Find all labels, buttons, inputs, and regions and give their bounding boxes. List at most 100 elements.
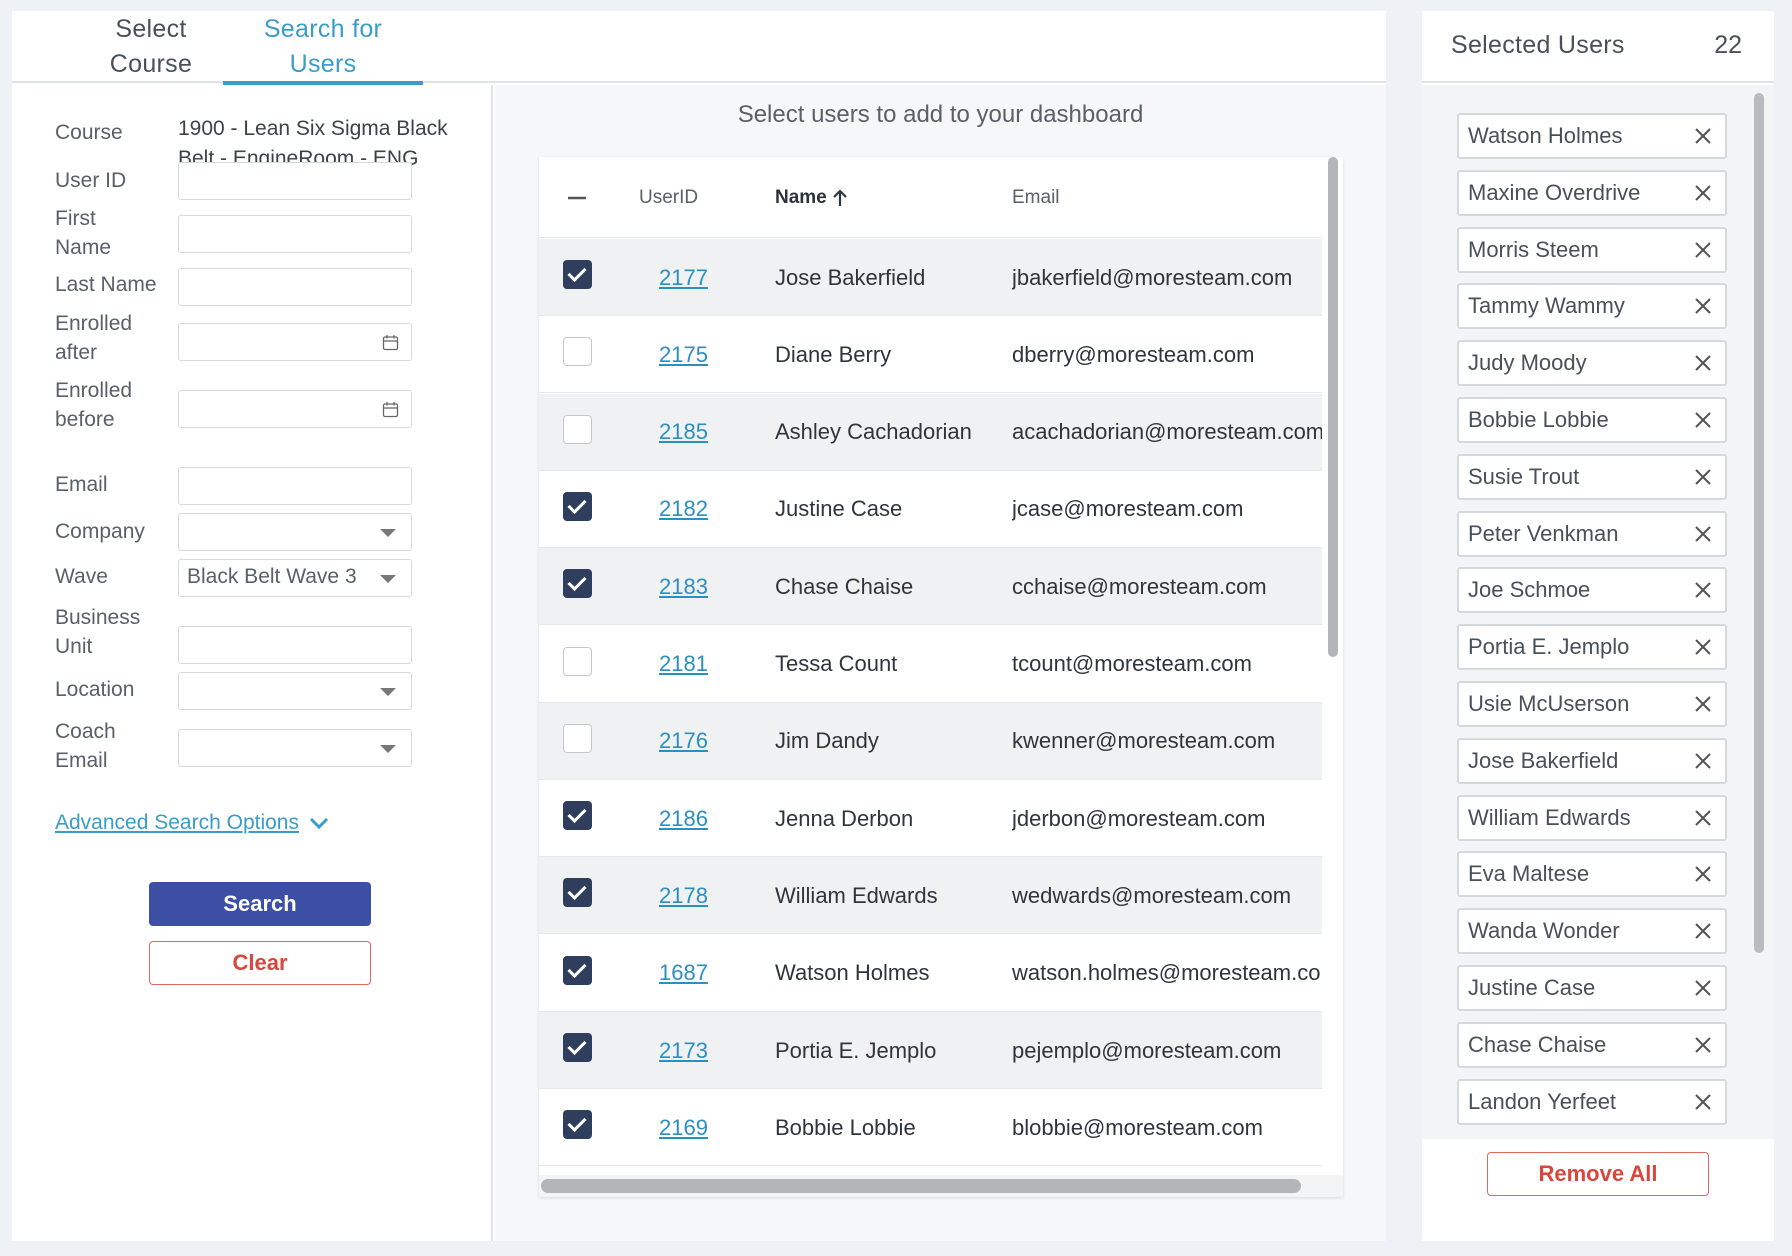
table-row[interactable]: 2175 Diane Berry dberry@moresteam.com — [539, 316, 1322, 394]
selected-user-chip: Joe Schmoe — [1457, 567, 1727, 614]
close-icon[interactable] — [1693, 921, 1713, 941]
company-select[interactable] — [178, 513, 412, 551]
user-id-link[interactable]: 2178 — [659, 857, 759, 934]
selected-list-scrollbar[interactable] — [1754, 93, 1764, 953]
table-row[interactable]: 2176 Jim Dandy kwenner@moresteam.com — [539, 702, 1322, 780]
main-panel: Select Course Search for Users Course 19… — [12, 11, 1386, 1241]
close-icon[interactable] — [1693, 580, 1713, 600]
calendar-icon[interactable] — [382, 334, 399, 351]
location-select[interactable] — [178, 672, 412, 710]
table-row[interactable]: 2183 Chase Chaise cchaise@moresteam.com — [539, 548, 1322, 626]
table-row[interactable]: 1687 Watson Holmes watson.holmes@moresteam… — [539, 935, 1322, 1012]
selected-user-name: Susie Trout — [1468, 463, 1580, 489]
calendar-icon[interactable] — [382, 401, 399, 418]
row-checkbox[interactable] — [563, 491, 592, 521]
row-checkbox[interactable] — [563, 414, 592, 444]
close-icon[interactable] — [1693, 694, 1713, 714]
user-email-cell: watson.holmes@moresteam.co... — [1012, 960, 1322, 986]
user-id-link[interactable]: 2181 — [659, 626, 759, 703]
horizontal-scrollbar-thumb[interactable] — [541, 1179, 1301, 1193]
user-id-link[interactable]: 2169 — [659, 1089, 759, 1166]
row-checkbox[interactable] — [563, 260, 592, 289]
selected-user-name: Morris Steem — [1468, 236, 1599, 262]
table-row[interactable]: 2177 Jose Bakerfield jbakerfield@moresteam… — [539, 239, 1322, 316]
column-header-name[interactable]: Name — [775, 157, 849, 238]
close-icon[interactable] — [1693, 183, 1713, 203]
table-row[interactable]: 2186 Jenna Derbon jderbon@moresteam.com — [539, 780, 1322, 858]
close-icon[interactable] — [1693, 524, 1713, 544]
close-icon[interactable] — [1693, 1092, 1713, 1112]
selected-user-name: Tammy Wammy — [1468, 293, 1625, 319]
user-id-link[interactable]: 2183 — [659, 548, 759, 625]
user-id-link[interactable]: 2182 — [659, 471, 759, 548]
column-header-email[interactable]: Email — [1012, 157, 1060, 238]
user-id-input[interactable] — [178, 162, 412, 200]
close-icon[interactable] — [1693, 808, 1713, 828]
vertical-scrollbar-thumb[interactable] — [1328, 157, 1338, 657]
row-checkbox[interactable] — [563, 646, 592, 676]
first-name-input[interactable] — [178, 215, 412, 253]
advanced-search-options-label: Advanced Search Options — [55, 811, 299, 834]
row-checkbox[interactable] — [563, 801, 592, 831]
table-row[interactable]: 2181 Tessa Count tcount@moresteam.com — [539, 626, 1322, 703]
column-header-userid[interactable]: UserID — [639, 157, 698, 238]
user-id-link[interactable]: 2175 — [659, 316, 759, 393]
users-table: UserID Name Email 2177 Jose Bakerfield jba… — [539, 157, 1343, 1197]
search-button[interactable]: Search — [149, 882, 371, 926]
selected-user-chip: Jose Bakerfield — [1457, 737, 1727, 784]
row-checkbox[interactable] — [563, 878, 592, 908]
table-row[interactable]: 2173 Portia E. Jemplo pejemplo@moresteam.c… — [539, 1012, 1322, 1089]
user-search-form: Course 1900 - Lean Six Sigma Black Belt … — [12, 85, 493, 1241]
email-input[interactable] — [178, 467, 412, 505]
close-icon[interactable] — [1693, 637, 1713, 657]
row-checkbox[interactable] — [563, 723, 592, 753]
selected-user-chip: Tammy Wammy — [1457, 283, 1727, 330]
row-checkbox[interactable] — [563, 337, 592, 367]
table-row[interactable]: 2169 Bobbie Lobbie blobbie@moresteam.com — [539, 1089, 1322, 1167]
results-title: Select users to add to your dashboard — [737, 101, 1144, 128]
table-row[interactable]: 2178 William Edwards wedwards@moresteam.co… — [539, 857, 1322, 935]
vertical-scrollbar[interactable] — [1322, 157, 1343, 1197]
enrolled-after-input[interactable] — [178, 323, 412, 361]
close-icon[interactable] — [1693, 240, 1713, 260]
close-icon[interactable] — [1693, 126, 1713, 146]
row-checkbox[interactable] — [563, 569, 592, 599]
tab-select-course[interactable]: Select Course — [82, 11, 220, 83]
selected-user-name: Watson Holmes — [1468, 123, 1623, 148]
dropdown-arrow-icon — [380, 688, 396, 696]
wave-select[interactable]: Black Belt Wave 3 — [178, 559, 412, 597]
selected-users-panel: Selected Users 22 Watson Holmes Maxine Ov… — [1422, 11, 1774, 1241]
close-icon[interactable] — [1693, 353, 1713, 373]
user-id-link[interactable]: 2185 — [659, 394, 759, 471]
horizontal-scrollbar[interactable] — [539, 1175, 1343, 1197]
close-icon[interactable] — [1693, 467, 1713, 487]
row-checkbox[interactable] — [563, 955, 592, 985]
close-icon[interactable] — [1693, 978, 1713, 998]
close-icon[interactable] — [1693, 751, 1713, 771]
user-id-link[interactable]: 2176 — [659, 703, 759, 780]
advanced-search-options-link[interactable]: Advanced Search Options — [55, 811, 329, 835]
row-checkbox[interactable] — [563, 1033, 592, 1062]
user-name-cell: Tessa Count — [775, 651, 898, 676]
row-checkbox[interactable] — [563, 1110, 592, 1140]
coach-email-select[interactable] — [178, 729, 412, 767]
table-row[interactable]: 2185 Ashley Cachadorian acachadorian@mores… — [539, 393, 1322, 471]
sort-ascending-icon[interactable] — [831, 188, 849, 208]
close-icon[interactable] — [1693, 1035, 1713, 1055]
user-id-link[interactable]: 2186 — [659, 780, 759, 857]
remove-all-button[interactable]: Remove All — [1487, 1152, 1709, 1196]
last-name-input[interactable] — [178, 268, 412, 306]
user-id-link[interactable]: 2177 — [659, 239, 759, 316]
table-row[interactable]: 2182 Justine Case jcase@moresteam.com — [539, 471, 1322, 548]
select-all-checkbox[interactable] — [566, 157, 588, 238]
enrolled-before-input[interactable] — [178, 390, 412, 428]
close-icon[interactable] — [1693, 410, 1713, 430]
user-id-link[interactable]: 1687 — [659, 935, 759, 1012]
close-icon[interactable] — [1693, 864, 1713, 884]
close-icon[interactable] — [1693, 296, 1713, 316]
business-unit-input[interactable] — [178, 626, 412, 664]
clear-button[interactable]: Clear — [149, 941, 371, 985]
tab-search-for-users[interactable]: Search for Users — [223, 11, 423, 85]
user-id-link[interactable]: 2173 — [659, 1012, 759, 1089]
coach-email-label: Coach Email — [55, 720, 116, 772]
